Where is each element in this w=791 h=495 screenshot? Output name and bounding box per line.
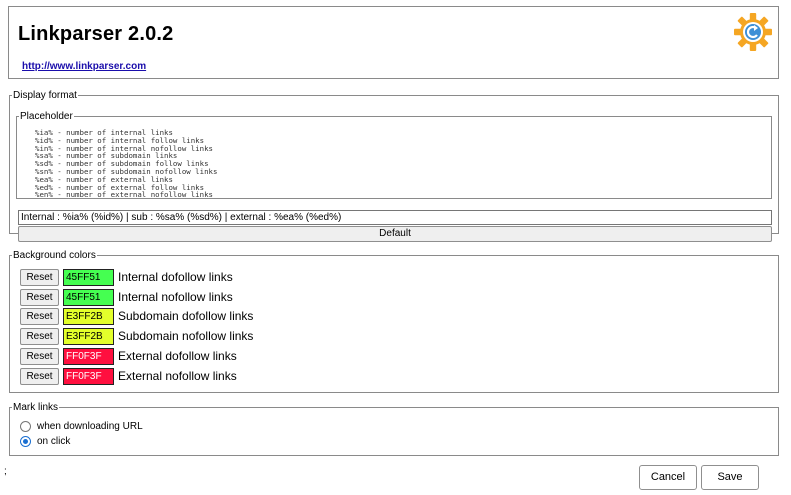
- color-swatch-input[interactable]: E3FF2B: [63, 328, 114, 345]
- color-row-subdomain-dofollow: Reset E3FF2B Subdomain dofollow links: [20, 308, 420, 325]
- placeholder-group: Placeholder %ia% - number of internal li…: [16, 111, 772, 199]
- color-row-label: Internal nofollow links: [118, 290, 233, 304]
- radio-label: when downloading URL: [37, 421, 143, 432]
- save-button[interactable]: Save: [701, 465, 759, 490]
- display-format-legend: Display format: [13, 90, 77, 101]
- color-row-external-nofollow: Reset FF0F3F External nofollow links: [20, 368, 420, 385]
- radio-button[interactable]: [20, 421, 31, 432]
- reset-button[interactable]: Reset: [20, 368, 59, 385]
- background-colors-group: Background colors Reset 45FF51 Internal …: [9, 250, 779, 393]
- color-swatch-input[interactable]: FF0F3F: [63, 348, 114, 365]
- placeholder-list: %ia% - number of internal links %id% - n…: [17, 129, 217, 199]
- gear-refresh-logo-icon: [734, 13, 772, 51]
- color-swatch-input[interactable]: 45FF51: [63, 289, 114, 306]
- color-row-external-dofollow: Reset FF0F3F External dofollow links: [20, 348, 420, 365]
- stray-text: ;: [4, 466, 7, 477]
- mark-links-group: Mark links when downloading URL on click: [9, 402, 779, 456]
- placeholder-legend: Placeholder: [20, 111, 73, 122]
- color-row-label: Internal dofollow links: [118, 270, 233, 284]
- radio-label: on click: [37, 436, 71, 447]
- color-swatch-input[interactable]: 45FF51: [63, 269, 114, 286]
- reset-button[interactable]: Reset: [20, 348, 59, 365]
- color-swatch-input[interactable]: E3FF2B: [63, 308, 114, 325]
- mark-links-legend: Mark links: [13, 402, 59, 413]
- reset-button[interactable]: Reset: [20, 289, 59, 306]
- format-input[interactable]: Internal : %ia% (%id%) | sub : %sa% (%sd…: [18, 210, 772, 225]
- color-row-label: Subdomain nofollow links: [118, 329, 254, 343]
- color-row-internal-dofollow: Reset 45FF51 Internal dofollow links: [20, 269, 420, 286]
- placeholder-line: %en% - number of external nofollow links: [35, 190, 213, 200]
- background-colors-legend: Background colors: [13, 250, 96, 261]
- color-swatch-input[interactable]: FF0F3F: [63, 368, 114, 385]
- color-row-label: External dofollow links: [118, 349, 237, 363]
- default-button[interactable]: Default: [18, 226, 772, 242]
- cancel-button[interactable]: Cancel: [639, 465, 697, 490]
- reset-button[interactable]: Reset: [20, 308, 59, 325]
- website-link[interactable]: http://www.linkparser.com: [22, 61, 146, 72]
- display-format-group: Display format Placeholder %ia% - number…: [9, 90, 779, 242]
- app-title: Linkparser 2.0.2: [18, 23, 174, 45]
- color-row-label: External nofollow links: [118, 369, 237, 383]
- color-row-label: Subdomain dofollow links: [118, 309, 254, 323]
- color-row-subdomain-nofollow: Reset E3FF2B Subdomain nofollow links: [20, 328, 420, 345]
- reset-button[interactable]: Reset: [20, 328, 59, 345]
- color-row-internal-nofollow: Reset 45FF51 Internal nofollow links: [20, 289, 420, 306]
- header-panel: Linkparser 2.0.2 http://www.linkparser.c…: [8, 6, 779, 79]
- radio-button[interactable]: [20, 436, 31, 447]
- reset-button[interactable]: Reset: [20, 269, 59, 286]
